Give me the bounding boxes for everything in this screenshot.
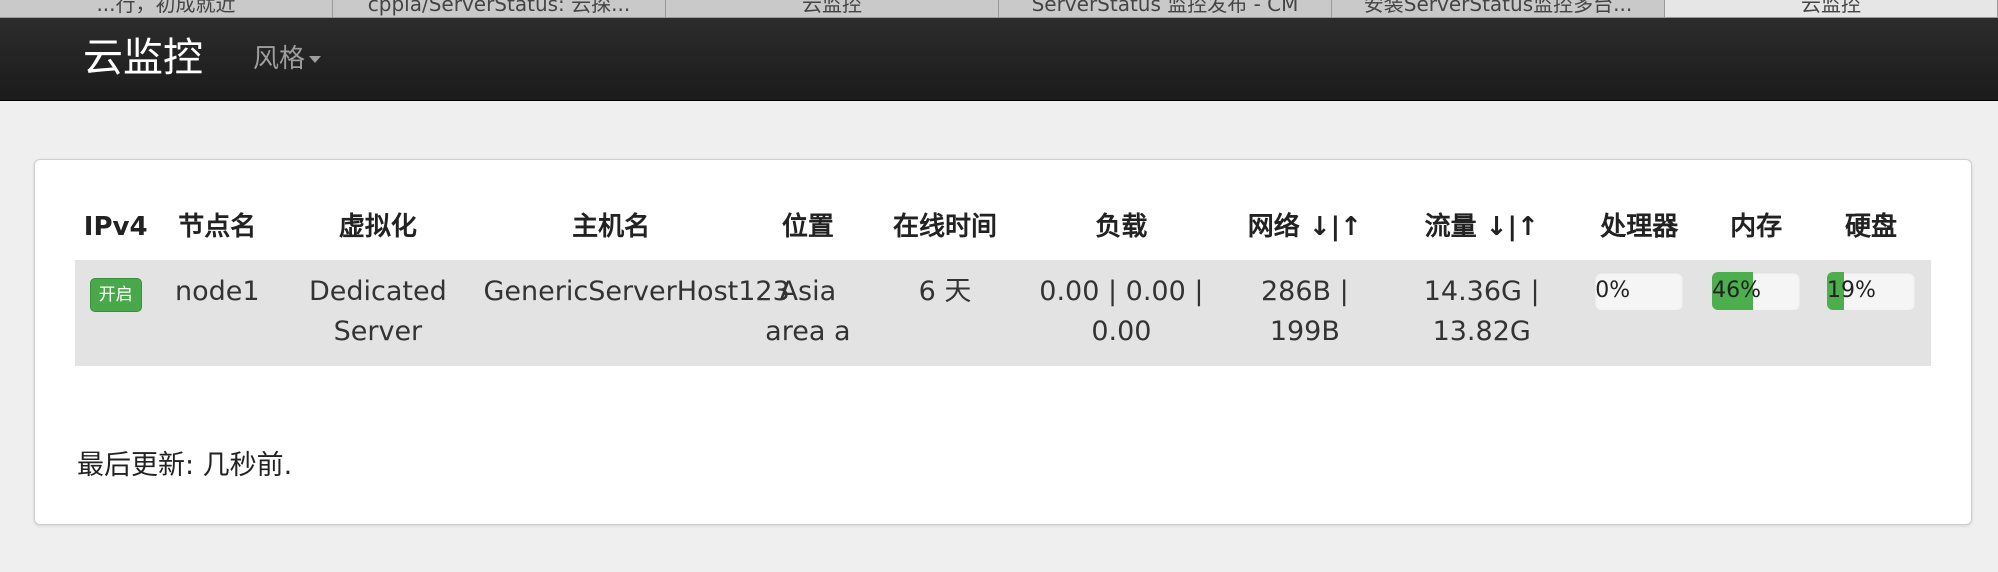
- cell-cpu: 0%: [1577, 260, 1702, 366]
- table-header-row: IPv4 节点名 虚拟化 主机名 位置 在线时间 负载 网络 ↓|↑ 流量 ↓|…: [75, 208, 1931, 260]
- cell-virtualization: Dedicated Server: [278, 260, 478, 366]
- top-navbar: 云监控 风格: [0, 18, 1998, 101]
- header-network[interactable]: 网络 ↓|↑: [1224, 208, 1387, 260]
- style-dropdown[interactable]: 风格: [253, 42, 322, 76]
- cell-traffic: 14.36G | 13.82G: [1386, 260, 1578, 366]
- browser-tab[interactable]: 云监控: [666, 0, 999, 17]
- cpu-progress-bar: 0%: [1595, 272, 1684, 310]
- cell-network: 286B | 199B: [1223, 260, 1387, 366]
- browser-tab-strip: ...行，初成就近 cppla/ServerStatus: 云探... 云监控 …: [0, 0, 1998, 18]
- browser-tab[interactable]: cppla/ServerStatus: 云探...: [333, 0, 666, 17]
- header-virtualization[interactable]: 虚拟化: [278, 208, 477, 260]
- brand-link[interactable]: 云监控: [83, 36, 203, 80]
- cpu-progress-label: 0%: [1595, 278, 1631, 303]
- header-hostname[interactable]: 主机名: [478, 208, 745, 260]
- cell-uptime: 6 天: [870, 260, 1020, 366]
- style-dropdown-label: 风格: [253, 44, 306, 74]
- cell-node-name: node1: [156, 260, 279, 366]
- header-disk[interactable]: 硬盘: [1811, 208, 1931, 260]
- browser-tab[interactable]: ...行，初成就近: [0, 0, 333, 17]
- browser-tab[interactable]: ServerStatus 监控发布 - CM: [999, 0, 1332, 17]
- last-updated-text: 最后更新: 几秒前.: [77, 450, 293, 481]
- disk-progress-label: 19%: [1827, 278, 1876, 303]
- cell-memory: 46%: [1701, 260, 1811, 366]
- memory-progress-label: 46%: [1712, 278, 1762, 303]
- browser-tab[interactable]: 安装ServerStatus监控多台...: [1332, 0, 1665, 17]
- header-node-name[interactable]: 节点名: [156, 208, 278, 260]
- header-cpu[interactable]: 处理器: [1577, 208, 1701, 260]
- ipv4-status-badge: 开启: [89, 278, 142, 312]
- server-status-panel: IPv4 节点名 虚拟化 主机名 位置 在线时间 负载 网络 ↓|↑ 流量 ↓|…: [34, 159, 1972, 525]
- cell-load: 0.00 | 0.00 | 0.00: [1019, 260, 1224, 366]
- header-memory[interactable]: 内存: [1701, 208, 1811, 260]
- header-load[interactable]: 负载: [1019, 208, 1223, 260]
- disk-progress-bar: 19%: [1827, 272, 1915, 310]
- header-ipv4[interactable]: IPv4: [75, 208, 156, 260]
- header-uptime[interactable]: 在线时间: [871, 208, 1019, 260]
- memory-progress-bar: 46%: [1712, 272, 1801, 310]
- cell-disk: 19%: [1811, 260, 1931, 366]
- header-location[interactable]: 位置: [745, 208, 871, 260]
- cell-hostname: GenericServerHost123: [477, 260, 790, 366]
- caret-down-icon: [309, 56, 322, 63]
- cell-ipv4: 开启: [75, 260, 157, 366]
- header-traffic[interactable]: 流量 ↓|↑: [1386, 208, 1577, 260]
- table-row[interactable]: 开启 node1 Dedicated Server GenericServerH…: [75, 260, 1931, 366]
- server-table: IPv4 节点名 虚拟化 主机名 位置 在线时间 负载 网络 ↓|↑ 流量 ↓|…: [75, 208, 1931, 366]
- browser-tab-active[interactable]: 云监控: [1665, 0, 1998, 17]
